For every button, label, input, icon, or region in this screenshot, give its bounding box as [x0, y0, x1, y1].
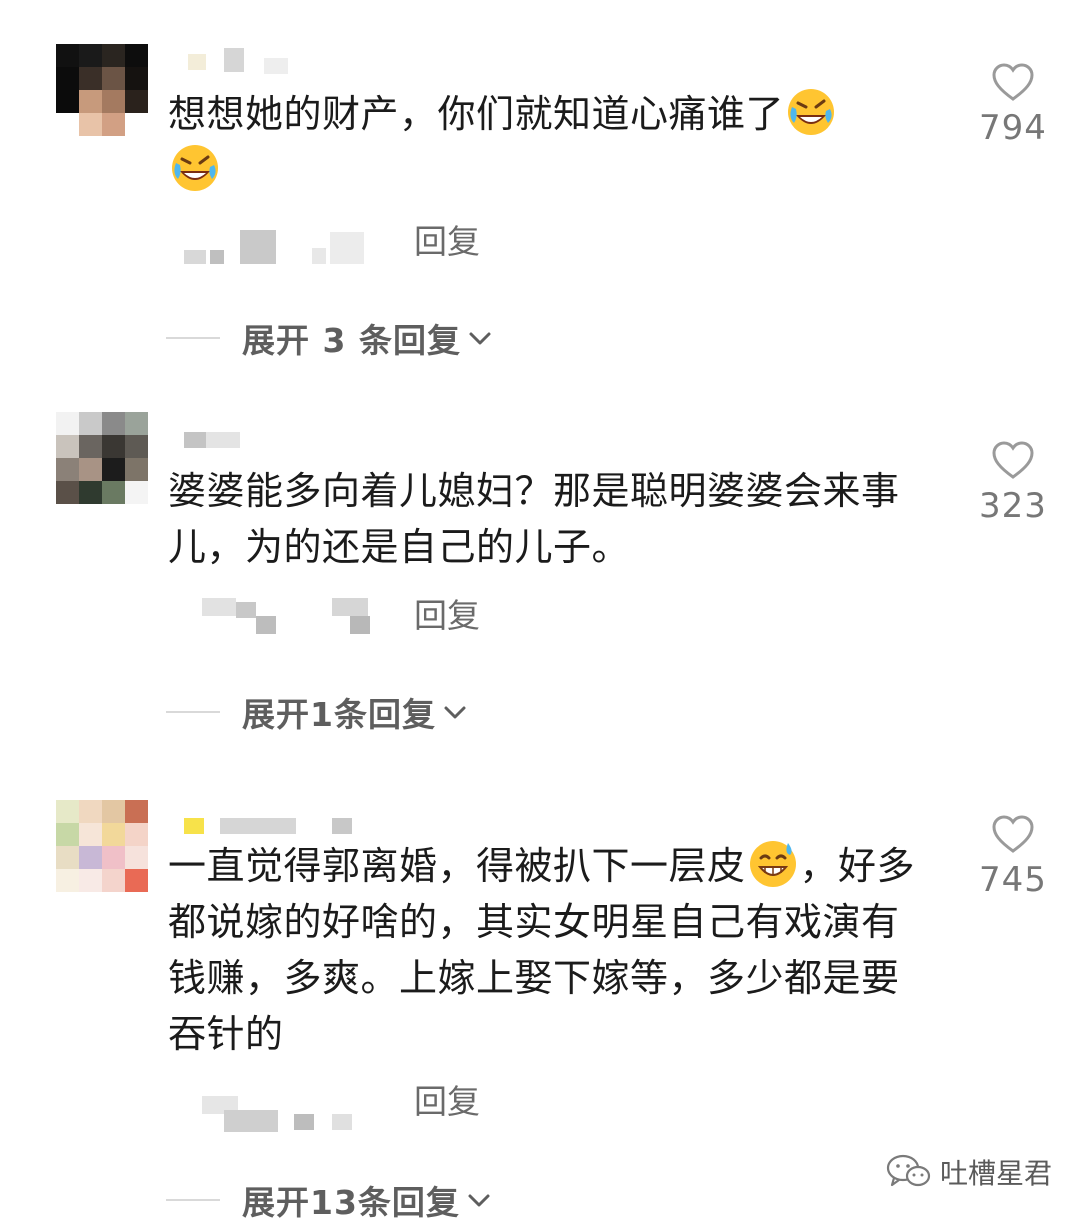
rofl-emoji — [170, 143, 220, 193]
like-button[interactable]: 794 — [975, 62, 1051, 148]
like-count: 794 — [979, 108, 1047, 148]
grinning-sweat-emoji — [748, 839, 798, 889]
comment-text: 一直觉得郭离婚，得被扒下一层皮 ，好多都说嫁的好啥的，其实女明星自己有戏演有钱赚… — [168, 838, 928, 1062]
wechat-icon — [886, 1154, 931, 1187]
reply-button[interactable]: 回复 — [414, 222, 480, 262]
expand-replies-button[interactable]: 展开13条回复 — [166, 1180, 494, 1222]
expand-replies-button[interactable]: 展开1条回复 — [166, 692, 470, 734]
expand-replies-label: 展开13条回复 — [242, 1183, 460, 1222]
divider-line — [166, 711, 220, 713]
rofl-emoji — [786, 87, 836, 137]
avatar[interactable] — [56, 412, 148, 504]
comment-text: 想想她的财产，你们就知道心痛谁了 — [168, 86, 928, 198]
like-button[interactable]: 323 — [975, 440, 1051, 526]
heart-icon — [992, 441, 1034, 479]
heart-icon — [992, 815, 1034, 853]
like-button[interactable]: 745 — [975, 814, 1051, 900]
watermark-text: 吐槽星君 — [940, 1157, 1053, 1190]
watermark: 吐槽星君 — [886, 1152, 1052, 1192]
expand-replies-label: 展开 3 条回复 — [242, 321, 461, 360]
comment-text: 婆婆能多向着儿媳妇？那是聪明婆婆会来事儿，为的还是自己的儿子。 — [168, 469, 900, 569]
avatar[interactable] — [56, 800, 148, 892]
chevron-down-icon — [468, 1194, 490, 1207]
like-count: 745 — [979, 860, 1047, 900]
divider-line — [166, 1199, 220, 1201]
like-count: 323 — [979, 486, 1047, 526]
divider-line — [166, 337, 220, 339]
expand-replies-label: 展开1条回复 — [242, 695, 436, 734]
heart-icon — [992, 63, 1034, 101]
chevron-down-icon — [444, 706, 466, 719]
avatar[interactable] — [56, 44, 148, 136]
chevron-down-icon — [469, 332, 491, 345]
expand-replies-button[interactable]: 展开 3 条回复 — [166, 318, 495, 360]
reply-button[interactable]: 回复 — [414, 1082, 480, 1122]
reply-button[interactable]: 回复 — [414, 596, 480, 636]
